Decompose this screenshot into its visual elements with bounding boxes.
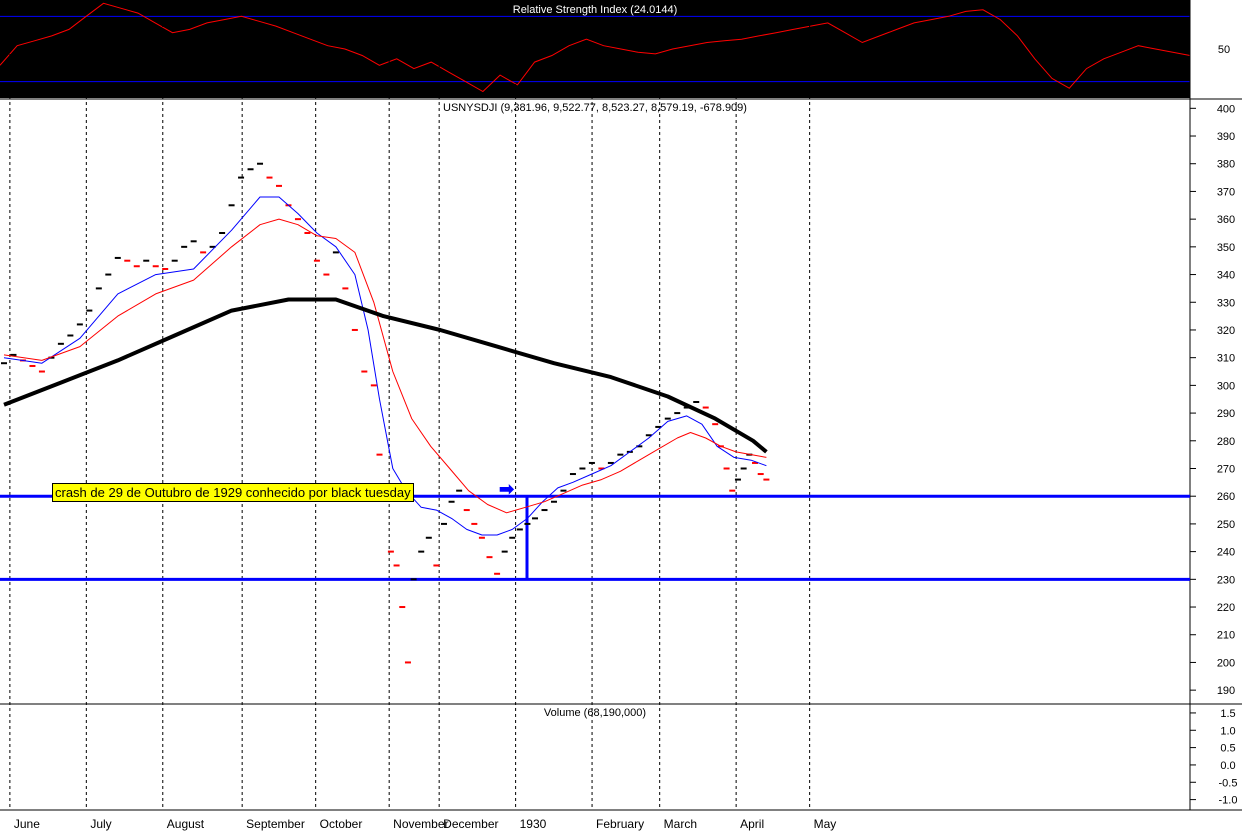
price-ytick-label: 220 <box>1217 602 1235 614</box>
price-ytick-label: 260 <box>1217 491 1235 503</box>
price-ytick-label: 270 <box>1217 463 1235 475</box>
price-ytick-label: 190 <box>1217 685 1235 697</box>
x-axis-label: October <box>320 817 363 831</box>
price-ytick-label: 230 <box>1217 574 1235 586</box>
volume-ytick-label: 0.5 <box>1220 743 1235 755</box>
price-ytick-label: 360 <box>1217 214 1235 226</box>
price-ytick-label: 310 <box>1217 353 1235 365</box>
ma-medium-line <box>3 218 767 514</box>
price-ytick-label: 380 <box>1217 159 1235 171</box>
x-axis-label: April <box>740 817 764 831</box>
price-ytick-label: 210 <box>1217 630 1235 642</box>
x-axis-label: December <box>443 817 498 831</box>
volume-panel: 1.5 1.0 0.5 0.0 -0.5 -1.0 <box>0 708 1242 811</box>
x-axis-label: August <box>167 817 205 831</box>
price-ytick-label: 340 <box>1217 270 1235 282</box>
price-ytick-label: 300 <box>1217 380 1235 392</box>
price-title: USNYSDJI (9,381.96, 9,522.77, 8,523.27, … <box>443 102 747 114</box>
price-panel: 190 200 210 220 230 240 250 260 270 280 290 300 310 3… <box>0 0 1242 810</box>
price-ytick-label: 390 <box>1217 131 1235 143</box>
price-ytick-label: 320 <box>1217 325 1235 337</box>
rsi-ytick: 50 <box>1218 44 1230 56</box>
x-axis-label: May <box>814 817 837 831</box>
price-ytick-label: 370 <box>1217 186 1235 198</box>
volume-ytick-label: 0.0 <box>1220 760 1235 772</box>
price-ytick-label: 200 <box>1217 657 1235 669</box>
x-axis-label: June <box>14 817 40 831</box>
volume-ytick-label: -0.5 <box>1219 777 1238 789</box>
x-axis-label: September <box>246 817 305 831</box>
arrow-right-icon: ➡ <box>499 479 515 499</box>
price-ytick-label: 250 <box>1217 519 1235 531</box>
price-ytick-label: 280 <box>1217 436 1235 448</box>
price-ytick-label: 330 <box>1217 297 1235 309</box>
rsi-title: Relative Strength Index (24.0144) <box>512 4 678 16</box>
volume-ytick-label: -1.0 <box>1219 795 1238 807</box>
x-axis-label: July <box>90 817 111 831</box>
x-axis-label: 1930 <box>520 817 547 831</box>
price-ytick-label: 350 <box>1217 242 1235 254</box>
price-ytick-label: 290 <box>1217 408 1235 420</box>
volume-title: Volume (68,190,000) <box>543 707 647 719</box>
x-axis-label: March <box>664 817 697 831</box>
price-ytick-label: 240 <box>1217 547 1235 559</box>
volume-ytick-label: 1.5 <box>1220 708 1235 720</box>
x-axis-label: November <box>393 817 448 831</box>
x-axis-label: February <box>596 817 644 831</box>
x-axis: June July August September October NovemberDe… <box>14 817 836 831</box>
volume-ytick-label: 1.0 <box>1220 725 1235 737</box>
price-ytick-label: 400 <box>1217 103 1235 115</box>
crash-annotation: crash de 29 de Outubro de 1929 conhecido… <box>52 483 414 502</box>
